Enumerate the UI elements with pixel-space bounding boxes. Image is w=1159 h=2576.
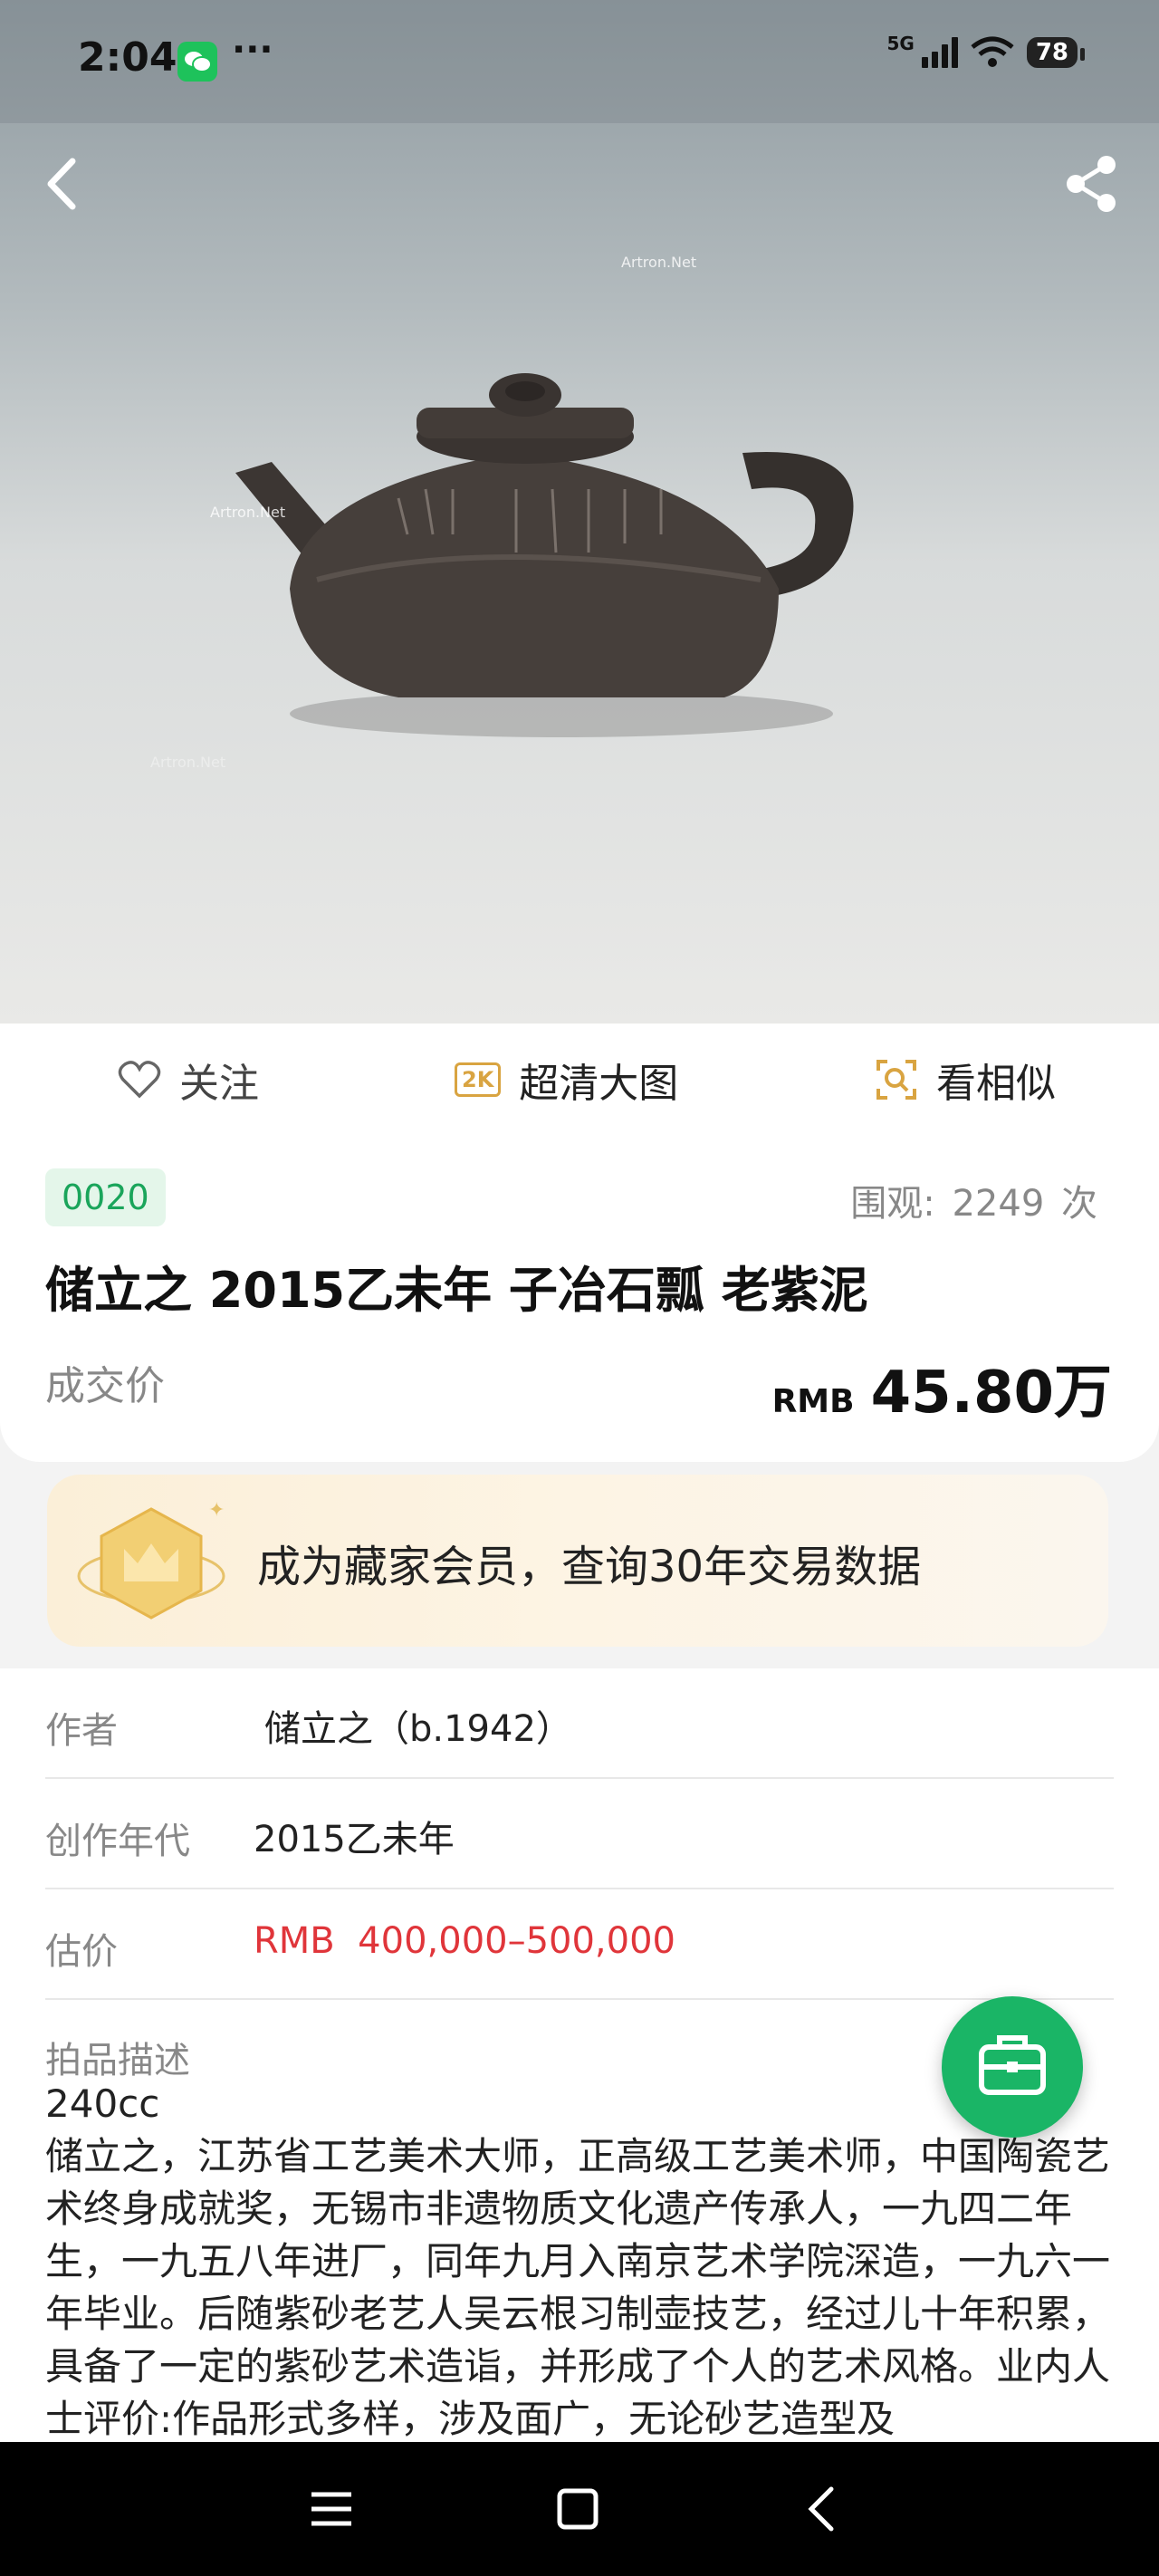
hd-image-button[interactable]: 2K 超清大图	[455, 1051, 678, 1109]
hammer-price: RMB 45.80万	[772, 1346, 1112, 1429]
detail-key: 创作年代	[45, 1821, 190, 1862]
follow-button[interactable]: 关注	[118, 1051, 259, 1109]
crown-badge-icon: ✦	[77, 1499, 225, 1620]
briefcase-fab-button[interactable]	[942, 1996, 1083, 2138]
lot-title: 储立之 2015乙未年 子冶石瓢 老紫泥	[45, 1262, 868, 1319]
detail-value: 2015乙未年	[254, 1819, 455, 1860]
views-count: 2249	[952, 1183, 1045, 1225]
wechat-icon	[177, 42, 217, 82]
find-similar-button[interactable]: 看相似	[875, 1051, 1056, 1109]
description-body: 储立之，江苏省工艺美术大师，正高级工艺美术师，中国陶瓷艺术终身成就奖，无锡市非遗…	[45, 2134, 1111, 2441]
wifi-icon	[971, 36, 1014, 67]
price-currency: RMB	[771, 1383, 855, 1420]
detail-row-year: 创作年代 2015乙未年	[45, 1779, 1114, 1889]
detail-row-author: 作者 储立之（b.1942）	[45, 1668, 1114, 1779]
hd-image-label: 超清大图	[519, 1061, 679, 1107]
watermark-text: Artron.Net	[150, 754, 226, 771]
find-similar-label: 看相似	[936, 1061, 1056, 1107]
back-nav-icon[interactable]	[795, 2480, 853, 2538]
lot-number-badge: 0020	[45, 1168, 166, 1226]
views-label: 围观:	[850, 1183, 935, 1225]
detail-key: 作者	[45, 1710, 118, 1752]
detail-key: 估价	[45, 1931, 118, 1973]
description-label: 拍品描述	[45, 2040, 190, 2081]
hd-2k-icon: 2K	[455, 1062, 502, 1097]
status-bar: 2:04 ··· 5G 78	[0, 0, 1159, 123]
detail-row-estimate: 估价 RMB 400,000–500,000	[45, 1889, 1114, 2000]
price-amount: 45.80万	[870, 1360, 1112, 1427]
svg-text:✦: ✦	[208, 1499, 225, 1522]
views-unit: 次	[1061, 1183, 1097, 1225]
briefcase-icon	[979, 2035, 1046, 2095]
heart-icon	[118, 1061, 161, 1099]
share-icon[interactable]	[1059, 152, 1123, 216]
battery-indicator: 78	[1026, 37, 1086, 68]
teapot-image	[235, 373, 854, 737]
price-label: 成交价	[45, 1363, 165, 1409]
more-notifications-icon: ···	[232, 29, 273, 71]
detail-value: RMB 400,000–500,000	[254, 1920, 675, 1962]
scan-similar-icon	[876, 1060, 916, 1100]
network-type: 5G	[886, 33, 915, 54]
status-time: 2:04	[78, 34, 177, 81]
membership-banner[interactable]: ✦ 成为藏家会员，查询30年交易数据	[47, 1475, 1108, 1647]
status-indicators: 5G 78	[886, 33, 1086, 69]
product-image[interactable]: Artron.Net Artron.Net Artron.Net 2:04 ··…	[0, 0, 1159, 1024]
watermark-text: Artron.Net	[210, 504, 286, 521]
view-count: 围观: 2249 次	[845, 1174, 1097, 1226]
follow-label: 关注	[179, 1061, 259, 1107]
detail-value: 储立之（b.1942）	[264, 1708, 572, 1750]
system-nav-bar	[0, 2442, 1159, 2576]
action-bar: 关注 2K 超清大图 看相似	[0, 1024, 1159, 1138]
watermark-text: Artron.Net	[621, 254, 697, 271]
menu-icon[interactable]	[302, 2480, 360, 2538]
home-icon[interactable]	[549, 2480, 607, 2538]
signal-icon	[921, 37, 958, 68]
membership-text: 成为藏家会员，查询30年交易数据	[257, 1542, 922, 1592]
lot-info-card: 0020 围观: 2249 次 储立之 2015乙未年 子冶石瓢 老紫泥 成交价…	[0, 1136, 1159, 1462]
back-icon[interactable]	[36, 152, 91, 216]
